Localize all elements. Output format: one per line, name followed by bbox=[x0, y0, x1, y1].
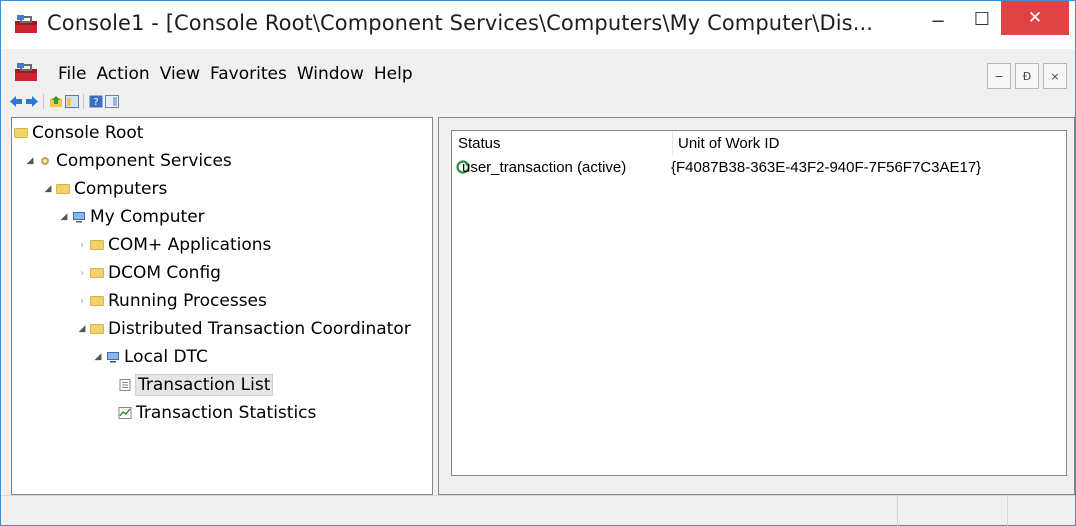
component-services-icon bbox=[41, 157, 49, 165]
close-button[interactable]: ✕ bbox=[1001, 1, 1069, 35]
help-icon[interactable]: ? bbox=[89, 95, 103, 108]
tree-item-label: DCOM Config bbox=[108, 263, 221, 283]
menu-favorites[interactable]: Favorites bbox=[205, 64, 292, 84]
column-header-status[interactable]: Status bbox=[458, 135, 501, 152]
menu-help[interactable]: Help bbox=[369, 64, 418, 84]
minimize-icon: − bbox=[930, 10, 946, 32]
tree-item-dtc[interactable]: ◢ Distributed Transaction Coordinator bbox=[76, 316, 411, 342]
folder-icon bbox=[56, 184, 70, 194]
folder-icon bbox=[90, 296, 104, 306]
mdi-restore-button[interactable]: Ɖ bbox=[1015, 63, 1039, 89]
collapse-arrow-icon[interactable]: ◢ bbox=[58, 212, 70, 222]
tree-item-computers[interactable]: ◢ Computers bbox=[42, 176, 168, 202]
list-header: Status Unit of Work ID bbox=[452, 131, 1066, 155]
status-bar-divider bbox=[1007, 496, 1008, 526]
forward-icon[interactable] bbox=[25, 95, 39, 108]
tree-item-label: COM+ Applications bbox=[108, 235, 272, 255]
svg-text:?: ? bbox=[93, 97, 98, 108]
tree-item-my-computer[interactable]: ◢ My Computer bbox=[58, 204, 205, 230]
tree-item-label: Console Root bbox=[32, 123, 144, 143]
menu-action[interactable]: Action bbox=[91, 64, 154, 84]
toolbox-icon bbox=[15, 15, 37, 33]
folder-icon bbox=[14, 128, 28, 138]
expand-arrow-icon[interactable]: › bbox=[76, 296, 88, 307]
show-hide-tree-icon[interactable] bbox=[65, 95, 79, 108]
action-pane-icon[interactable] bbox=[105, 95, 119, 108]
close-icon: × bbox=[1050, 69, 1060, 83]
tree-item-label: Running Processes bbox=[108, 291, 267, 311]
title-bar[interactable]: Console1 - [Console Root\Component Servi… bbox=[1, 1, 1075, 49]
statistics-icon bbox=[118, 407, 132, 419]
maximize-icon: ☐ bbox=[973, 8, 991, 30]
table-row[interactable]: user_transaction (active) {F4087B38-363E… bbox=[452, 157, 1066, 179]
collapse-arrow-icon[interactable]: ◢ bbox=[76, 324, 88, 334]
tree-item-transaction-statistics[interactable]: Transaction Statistics bbox=[118, 400, 316, 426]
tree-item-dcom-config[interactable]: › DCOM Config bbox=[76, 260, 221, 286]
tree-item-local-dtc[interactable]: ◢ Local DTC bbox=[92, 344, 208, 370]
unit-of-work-id: {F4087B38-363E-43F2-940F-7F56F7C3AE17} bbox=[671, 159, 982, 176]
maximize-button[interactable]: ☐ bbox=[965, 3, 999, 35]
restore-icon: Ɖ bbox=[1022, 69, 1032, 83]
tree-item-label: Computers bbox=[74, 179, 168, 199]
status-bar bbox=[1, 495, 1075, 526]
menu-bar: File Action View Favorites Window Help bbox=[1, 57, 1075, 93]
menu-view[interactable]: View bbox=[155, 64, 205, 84]
tree-item-label: My Computer bbox=[90, 207, 205, 227]
tree-item-label: Local DTC bbox=[124, 347, 208, 367]
tree-item-component-services[interactable]: ◢ Component Services bbox=[24, 148, 232, 174]
back-icon[interactable] bbox=[9, 95, 23, 108]
toolbox-icon[interactable] bbox=[13, 61, 39, 83]
close-icon: ✕ bbox=[1027, 8, 1043, 28]
list-icon bbox=[119, 379, 131, 391]
up-folder-icon[interactable] bbox=[49, 95, 63, 108]
tree-item-label: Transaction List bbox=[134, 374, 274, 396]
transaction-status: user_transaction (active) bbox=[462, 159, 627, 176]
tree-item-label: Transaction Statistics bbox=[136, 403, 317, 423]
column-divider[interactable] bbox=[672, 131, 673, 155]
mdi-minimize-button[interactable]: − bbox=[987, 63, 1011, 89]
tree-item-com-applications[interactable]: › COM+ Applications bbox=[76, 232, 271, 258]
computer-icon bbox=[107, 352, 119, 363]
mdi-close-button[interactable]: × bbox=[1043, 63, 1067, 89]
status-bar-divider bbox=[897, 496, 898, 526]
tree-item-console-root[interactable]: Console Root bbox=[14, 120, 143, 146]
menu-file[interactable]: File bbox=[53, 64, 91, 84]
toolbar: ? bbox=[1, 93, 1075, 111]
tree-item-running-processes[interactable]: › Running Processes bbox=[76, 288, 267, 314]
window-title: Console1 - [Console Root\Component Servi… bbox=[47, 11, 874, 35]
tree-item-label: Distributed Transaction Coordinator bbox=[108, 319, 411, 339]
console-tree: Console Root ◢ Component Services ◢ Comp… bbox=[11, 117, 433, 495]
tree-item-label: Component Services bbox=[56, 151, 232, 171]
expand-arrow-icon[interactable]: › bbox=[76, 240, 88, 251]
folder-icon bbox=[90, 240, 104, 250]
expand-arrow-icon[interactable]: › bbox=[76, 268, 88, 279]
collapse-arrow-icon[interactable]: ◢ bbox=[24, 156, 36, 166]
mmc-window: Console1 - [Console Root\Component Servi… bbox=[0, 0, 1076, 526]
folder-icon bbox=[90, 324, 104, 334]
collapse-arrow-icon[interactable]: ◢ bbox=[42, 184, 54, 194]
computer-icon bbox=[73, 212, 85, 223]
menu-window[interactable]: Window bbox=[292, 64, 369, 84]
transaction-list-view[interactable]: Status Unit of Work ID user_transaction … bbox=[451, 130, 1067, 476]
folder-icon bbox=[90, 268, 104, 278]
column-header-unit-of-work-id[interactable]: Unit of Work ID bbox=[678, 135, 779, 152]
tree-item-transaction-list[interactable]: Transaction List bbox=[118, 372, 274, 398]
collapse-arrow-icon[interactable]: ◢ bbox=[92, 352, 104, 362]
minimize-button[interactable]: − bbox=[921, 5, 955, 37]
results-pane: Status Unit of Work ID user_transaction … bbox=[438, 117, 1075, 495]
minimize-icon: − bbox=[994, 69, 1004, 83]
